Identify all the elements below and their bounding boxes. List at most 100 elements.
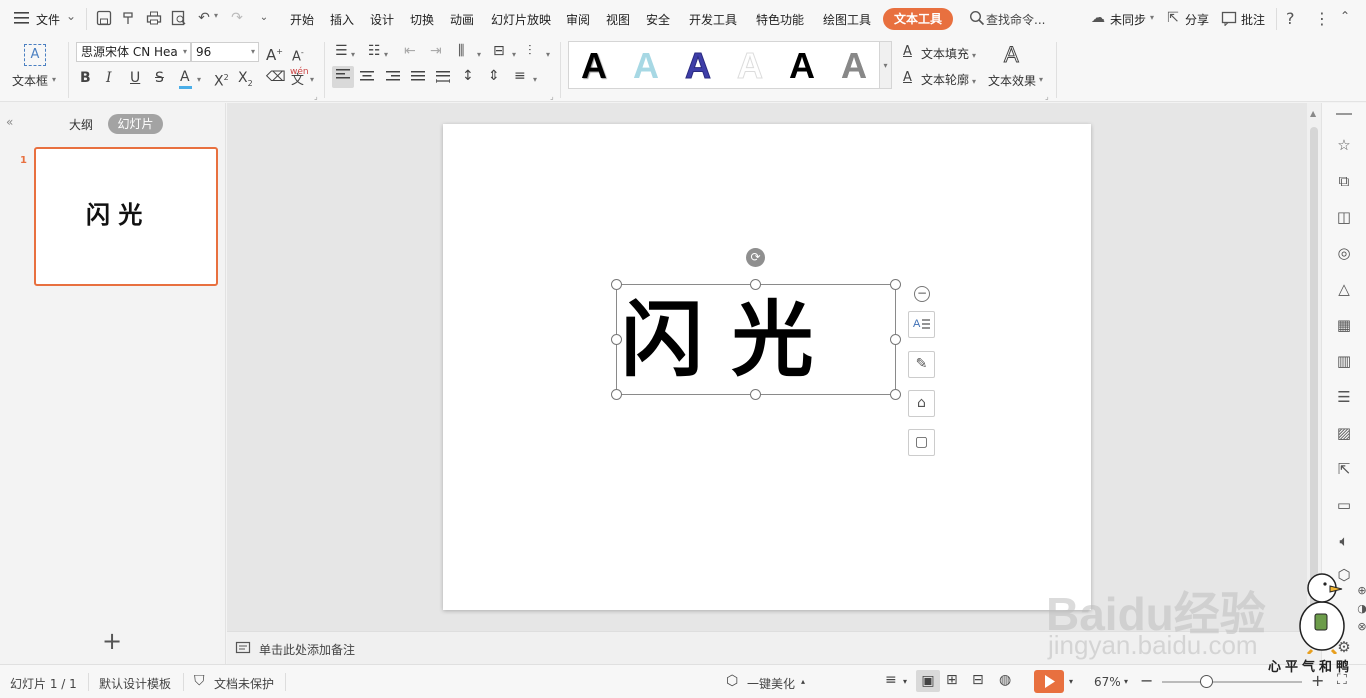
beautify-button[interactable]: 一键美化 bbox=[747, 675, 795, 692]
beautify-chevron-icon[interactable]: ▴ bbox=[801, 677, 805, 686]
zoom-out-button[interactable]: − bbox=[1140, 671, 1153, 690]
shape-outline-icon[interactable]: ▢ bbox=[908, 429, 935, 456]
speaker-icon[interactable]: 🔈︎ bbox=[1334, 531, 1354, 551]
resize-handle-right[interactable] bbox=[890, 334, 901, 345]
tab-features[interactable]: 特色功能 bbox=[756, 11, 804, 28]
more-icon[interactable]: ⋮ bbox=[1314, 9, 1330, 28]
menu-icon[interactable] bbox=[14, 11, 30, 25]
tab-security[interactable]: 安全 bbox=[646, 11, 670, 28]
bold-icon[interactable]: B bbox=[80, 69, 91, 87]
chart-icon[interactable]: ▥ bbox=[1334, 351, 1354, 371]
collapse-panel-icon[interactable]: « bbox=[6, 115, 13, 129]
shape-fill-icon[interactable]: ⌂ bbox=[908, 390, 935, 417]
resize-handle-top-right[interactable] bbox=[890, 279, 901, 290]
resize-handle-bottom[interactable] bbox=[750, 389, 761, 400]
sync-status[interactable]: 未同步 bbox=[1110, 11, 1146, 28]
shapes-icon[interactable]: ◫ bbox=[1334, 207, 1354, 227]
bullet-list-icon[interactable]: ☰ bbox=[335, 42, 348, 60]
text-style-5[interactable]: A bbox=[789, 46, 815, 86]
sync-chevron-icon[interactable]: ▾ bbox=[1150, 13, 1154, 22]
font-color-chevron-icon[interactable]: ▾ bbox=[197, 71, 201, 89]
resize-handle-bottom-right[interactable] bbox=[890, 389, 901, 400]
text-fill-label[interactable]: 文本填充 bbox=[921, 45, 969, 62]
text-style-3[interactable]: A bbox=[685, 45, 712, 86]
protection-status[interactable]: 文档未保护 bbox=[214, 675, 274, 692]
align-text-chevron-icon[interactable]: ▾ bbox=[512, 46, 516, 64]
resize-handle-bottom-left[interactable] bbox=[611, 389, 622, 400]
text-direction-chevron-icon[interactable]: ▾ bbox=[477, 46, 481, 64]
text-fill-chevron-icon[interactable]: ▾ bbox=[972, 47, 976, 65]
tab-drawing-tools[interactable]: 绘图工具 bbox=[823, 11, 871, 28]
bullet-chevron-icon[interactable]: ▾ bbox=[351, 46, 355, 64]
search-icon[interactable] bbox=[969, 10, 985, 26]
tab-design[interactable]: 设计 bbox=[370, 11, 394, 28]
pen-icon[interactable]: ✎ bbox=[908, 351, 935, 378]
underline-icon[interactable]: U bbox=[130, 69, 140, 87]
increase-indent-icon[interactable]: ⇥ bbox=[430, 42, 442, 60]
align-right-icon[interactable] bbox=[386, 71, 400, 86]
play-chevron-icon[interactable]: ▾ bbox=[1069, 677, 1073, 686]
text-outline-icon[interactable]: A bbox=[903, 69, 912, 87]
notes-placeholder[interactable]: 单击此处添加备注 bbox=[259, 641, 355, 658]
tab-review[interactable]: 审阅 bbox=[566, 11, 590, 28]
sliders-icon[interactable]: ☰ bbox=[1334, 387, 1354, 407]
redo-icon[interactable]: ↷ bbox=[229, 10, 245, 26]
slide[interactable]: 闪 光 ⟳ − A ✎ ⌂ ▢ bbox=[443, 124, 1091, 610]
share-button[interactable]: 分享 bbox=[1185, 11, 1209, 28]
collapse-float-toolbar-icon[interactable]: − bbox=[914, 286, 930, 302]
increase-font-size-icon[interactable]: A+ bbox=[266, 43, 283, 64]
file-menu[interactable]: 文件 bbox=[36, 11, 60, 28]
align-center-icon[interactable] bbox=[360, 71, 374, 86]
format-painter-icon[interactable] bbox=[121, 10, 137, 26]
columns-chevron-icon[interactable]: ▾ bbox=[546, 46, 550, 64]
text-direction-icon[interactable]: ⫼ bbox=[458, 42, 464, 60]
save-icon[interactable] bbox=[96, 10, 112, 26]
design-template[interactable]: 默认设计模板 bbox=[99, 675, 171, 692]
circle-plus-icon[interactable]: ⊕ bbox=[1352, 581, 1366, 601]
numbered-list-icon[interactable]: ☷ bbox=[368, 42, 381, 60]
tab-transition[interactable]: 切换 bbox=[410, 11, 434, 28]
paragraph-spacing-icon[interactable]: ⇕ bbox=[488, 67, 500, 85]
font-color-icon[interactable]: A bbox=[180, 68, 190, 86]
text-outline-label[interactable]: 文本轮廓 bbox=[921, 71, 969, 88]
grid-icon[interactable]: ▦ bbox=[1334, 315, 1354, 335]
tab-slideshow[interactable]: 幻灯片放映 bbox=[491, 11, 551, 28]
gallery-scroll-button[interactable]: ▾ bbox=[880, 41, 892, 89]
export-icon[interactable]: ⇱ bbox=[1334, 459, 1354, 479]
tab-slides[interactable]: 幻灯片 bbox=[108, 114, 163, 134]
zoom-slider-track[interactable] bbox=[1162, 681, 1302, 683]
add-slide-button[interactable]: + bbox=[102, 629, 122, 653]
circle-half-icon[interactable]: ◑ bbox=[1352, 599, 1366, 619]
rotate-handle-icon[interactable]: ⟳ bbox=[746, 248, 765, 267]
text-style-1[interactable]: A bbox=[581, 46, 607, 86]
decrease-indent-icon[interactable]: ⇤ bbox=[404, 42, 416, 60]
text-fill-icon[interactable]: A bbox=[903, 43, 912, 61]
distribute-icon[interactable] bbox=[435, 71, 451, 86]
align-left-button[interactable] bbox=[332, 66, 354, 88]
spacing-chevron-icon[interactable]: ▾ bbox=[533, 71, 537, 89]
undo-dropdown-icon[interactable]: ▾ bbox=[214, 11, 218, 20]
italic-icon[interactable]: I bbox=[106, 69, 112, 87]
columns-icon[interactable]: ⫶ bbox=[528, 42, 532, 60]
notes-toggle-icon[interactable]: ≡ bbox=[885, 672, 897, 688]
archive-icon[interactable]: ▭ bbox=[1334, 495, 1354, 515]
text-outline-chevron-icon[interactable]: ▾ bbox=[972, 73, 976, 91]
slide-sorter-icon[interactable]: ⊞ bbox=[946, 672, 958, 688]
slide-title-text[interactable]: 闪 光 bbox=[621, 285, 814, 395]
share-icon[interactable]: ⇱ bbox=[1165, 10, 1181, 26]
resize-handle-top-left[interactable] bbox=[611, 279, 622, 290]
location-icon[interactable]: ◎ bbox=[1334, 243, 1354, 263]
tab-outline[interactable]: 大纲 bbox=[69, 116, 93, 133]
subscript-icon[interactable]: X2 bbox=[238, 69, 253, 93]
resize-handle-left[interactable] bbox=[611, 334, 622, 345]
textbox-button[interactable]: A 文本框 ▾ bbox=[12, 42, 60, 94]
comment-button[interactable]: 批注 bbox=[1241, 11, 1265, 28]
justify-icon[interactable] bbox=[411, 71, 425, 86]
notes-toggle-chevron-icon[interactable]: ▾ bbox=[903, 677, 907, 686]
text-style-4[interactable]: A bbox=[737, 45, 764, 86]
tab-animation[interactable]: 动画 bbox=[450, 11, 474, 28]
tab-developer[interactable]: 开发工具 bbox=[689, 11, 737, 28]
zoom-level[interactable]: 67% bbox=[1094, 675, 1121, 689]
text-layout-icon[interactable]: A bbox=[908, 311, 935, 338]
play-slideshow-button[interactable] bbox=[1034, 670, 1064, 693]
